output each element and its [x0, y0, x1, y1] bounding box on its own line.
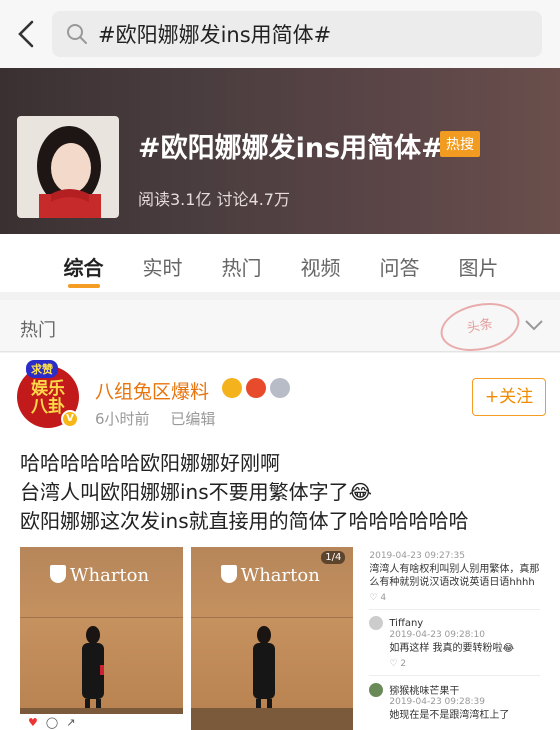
wharton-logo: Wharton [50, 565, 149, 586]
search-box[interactable] [52, 11, 542, 57]
section-header: 热门 头条 [0, 296, 560, 358]
follow-button[interactable]: +关注 [472, 378, 546, 416]
page-count: 1/4 [321, 551, 346, 564]
post-meta: 6小时前 已编辑 [95, 408, 231, 429]
search-bar [0, 0, 560, 68]
author-name[interactable]: 八组兔区爆料 [95, 377, 209, 404]
author-badges [222, 378, 290, 398]
post-text: 哈哈哈哈哈哈欧阳娜娜好刚啊 台湾人叫欧阳娜娜ins不要用繁体字了😂 欧阳娜娜这次… [20, 449, 550, 536]
search-icon [67, 24, 87, 44]
headline-stamp: 头条 [436, 296, 524, 358]
person-figure [252, 626, 275, 717]
wharton-logo: Wharton [220, 565, 320, 586]
chevron-down-icon[interactable] [524, 318, 544, 332]
commenter-avatar [369, 616, 384, 630]
section-label: 热门 [20, 320, 56, 341]
comment-screenshot[interactable]: 2019-04-23 09:27:35 湾湾人有啥权利叫别人别用繁体，真那么有种… [361, 547, 540, 730]
post-image[interactable]: Wharton 1/4 [190, 547, 354, 730]
vip-crown-icon [222, 378, 242, 398]
tab-hot[interactable]: 热门 [202, 234, 281, 292]
verified-icon: V [61, 410, 79, 428]
post-images: Wharton ♥ ◯ ↗ Wharton 1/4 2019-04-23 09:… [20, 547, 540, 730]
search-input[interactable] [98, 22, 498, 46]
person-figure [82, 626, 104, 717]
tab-bar: 综合 实时 热门 视频 问答 图片 [0, 234, 560, 292]
hot-badge: 热搜 [440, 131, 480, 157]
silver-medal-icon [270, 378, 290, 398]
tab-video[interactable]: 视频 [281, 234, 360, 292]
post-image[interactable]: Wharton ♥ ◯ ↗ [20, 547, 183, 730]
topic-stats: 阅读3.1亿 讨论4.7万 [138, 190, 290, 209]
post-time: 6小时前 [95, 410, 150, 428]
edited-label: 已编辑 [170, 410, 216, 428]
image-toolbar: ♥ ◯ ↗ [20, 714, 183, 730]
post-line: 台湾人叫欧阳娜娜ins不要用繁体字了😂 [20, 480, 373, 504]
avatar-tag: 求赞 [26, 360, 58, 378]
tab-images[interactable]: 图片 [439, 234, 518, 292]
post-card: 求赞 娱乐八卦 V 八组兔区爆料 6小时前 已编辑 +关注 哈哈哈哈哈哈欧阳娜娜… [0, 353, 560, 730]
back-button[interactable] [0, 0, 52, 68]
back-arrow-icon [18, 20, 34, 48]
topic-header: #欧阳娜娜发ins用简体# 热搜 阅读3.1亿 讨论4.7万 [0, 68, 560, 234]
topic-avatar [17, 116, 119, 218]
tab-qa[interactable]: 问答 [360, 234, 439, 292]
post-line: 哈哈哈哈哈哈欧阳娜娜好刚啊 [20, 451, 280, 475]
tab-all[interactable]: 综合 [44, 234, 123, 292]
star-medal-icon [246, 378, 266, 398]
commenter-avatar [369, 682, 384, 697]
topic-title: #欧阳娜娜发ins用简体# [138, 133, 444, 164]
author-avatar[interactable]: 求赞 娱乐八卦 V [17, 360, 79, 428]
tab-realtime[interactable]: 实时 [123, 234, 202, 292]
post-line: 欧阳娜娜这次发ins就直接用的简体了哈哈哈哈哈哈 [20, 509, 469, 533]
